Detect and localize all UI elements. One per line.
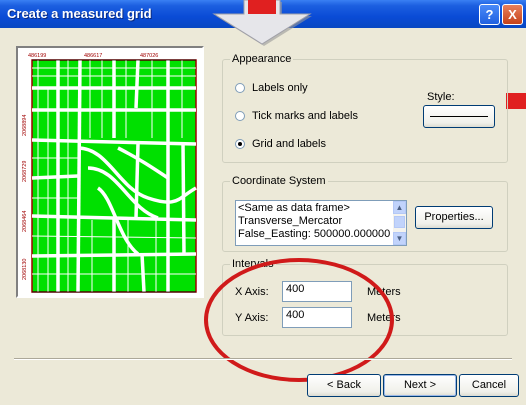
- radio-labels-only[interactable]: Labels only: [235, 82, 308, 94]
- radio-label: Grid and labels: [252, 138, 326, 150]
- preview-y-tick: 2068130: [22, 259, 28, 280]
- intervals-group: Intervals X Axis: 400 Meters Y Axis: 400…: [222, 258, 508, 336]
- x-axis-input[interactable]: 400: [282, 281, 352, 302]
- preview-x-tick: 486617: [84, 53, 102, 59]
- intervals-title: Intervals: [230, 258, 276, 270]
- properties-button[interactable]: Properties...: [415, 206, 493, 229]
- red-marker-annotation: [506, 93, 526, 109]
- preview-map: 486199 486617 487026 2068894 2068729 206…: [22, 53, 197, 293]
- coord-line: False_Easting: 500000.000000: [238, 228, 391, 240]
- preview-x-tick: 487026: [140, 53, 158, 59]
- style-label: Style:: [427, 91, 455, 103]
- coord-line: <Same as data frame>: [238, 202, 350, 214]
- x-axis-label: X Axis:: [235, 286, 269, 298]
- style-line-preview: [430, 116, 488, 117]
- preview-y-tick: 2068464: [22, 211, 28, 232]
- window-title: Create a measured grid: [7, 6, 152, 21]
- radio-tick-marks-and-labels[interactable]: Tick marks and labels: [235, 110, 358, 122]
- coord-line: Transverse_Mercator: [238, 215, 343, 227]
- radio-grid-and-labels[interactable]: Grid and labels: [235, 138, 326, 150]
- next-button[interactable]: Next >: [383, 374, 457, 397]
- help-button[interactable]: ?: [479, 4, 500, 25]
- coordinate-system-group: Coordinate System <Same as data frame> T…: [222, 175, 508, 252]
- preview-y-tick: 2068729: [22, 161, 28, 182]
- footer-divider: [14, 358, 512, 360]
- down-arrow-annotation: [212, 0, 312, 46]
- back-button[interactable]: < Back: [307, 374, 381, 397]
- y-axis-unit: Meters: [367, 312, 401, 324]
- radio-selected-icon: [235, 139, 245, 149]
- y-axis-label: Y Axis:: [235, 312, 269, 324]
- cancel-button[interactable]: Cancel: [459, 374, 519, 397]
- radio-circle-icon: [235, 83, 245, 93]
- preview-x-tick: 486199: [28, 53, 46, 59]
- radio-circle-icon: [235, 111, 245, 121]
- y-axis-input[interactable]: 400: [282, 307, 352, 328]
- coordinate-system-list[interactable]: <Same as data frame> Transverse_Mercator…: [235, 200, 407, 246]
- style-button[interactable]: [423, 105, 495, 128]
- x-axis-unit: Meters: [367, 286, 401, 298]
- appearance-group: Appearance Labels only Tick marks and la…: [222, 53, 508, 163]
- dialog-window: Create a measured grid ? X 486199 486617…: [0, 0, 526, 405]
- coord-scrollbar[interactable]: ▲ ▼: [393, 201, 406, 245]
- scroll-up-icon[interactable]: ▲: [393, 201, 406, 214]
- preview-y-tick: 2068894: [22, 115, 28, 136]
- radio-label: Labels only: [252, 82, 308, 94]
- appearance-title: Appearance: [230, 53, 294, 65]
- coordinate-system-title: Coordinate System: [230, 175, 328, 187]
- radio-label: Tick marks and labels: [252, 110, 358, 122]
- scroll-thumb[interactable]: [394, 216, 405, 228]
- scroll-down-icon[interactable]: ▼: [393, 232, 406, 245]
- close-button[interactable]: X: [502, 4, 523, 25]
- grid-preview: 486199 486617 487026 2068894 2068729 206…: [16, 46, 204, 298]
